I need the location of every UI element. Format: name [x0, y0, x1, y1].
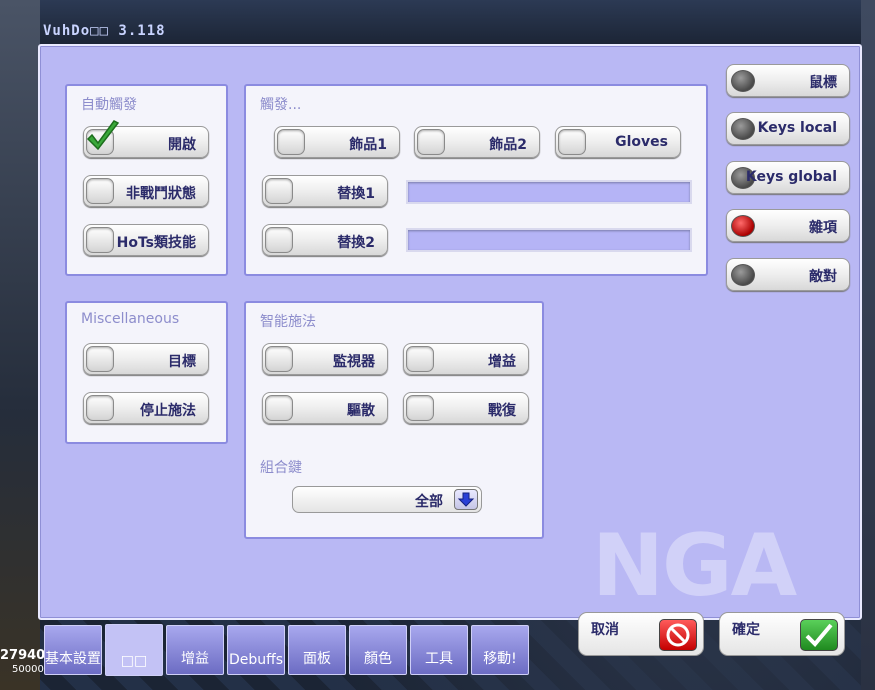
side-tab-hostile-label: 敵對 — [809, 269, 837, 285]
trinket1-toggle[interactable]: 飾品1 — [274, 126, 400, 158]
tab-label: 移動! — [483, 651, 517, 667]
side-tab-mouse-label: 鼠標 — [809, 75, 837, 91]
battle-rez-toggle[interactable]: 戰復 — [403, 392, 529, 424]
tab-move[interactable]: 移動! — [471, 625, 529, 675]
checkbox[interactable] — [86, 395, 114, 421]
side-tab-keys-local[interactable]: Keys local — [726, 112, 850, 145]
battle-rez-label: 戰復 — [488, 403, 516, 419]
stop-casting-label: 停止施法 — [140, 403, 196, 419]
auto-trigger-enable-toggle[interactable]: 開啟 — [83, 120, 209, 158]
cancel-icon — [659, 619, 697, 651]
checkbox[interactable] — [86, 227, 114, 253]
options-window: NGA 自動觸發 開啟 非戰鬥狀態 HoTs類技能 觸發... 飾品1 飾品2 — [38, 44, 862, 620]
radio-icon — [731, 264, 755, 286]
swap1-toggle[interactable]: 替換1 — [262, 175, 388, 207]
swap2-label: 替換2 — [337, 235, 375, 251]
buffs-toggle[interactable]: 增益 — [403, 343, 529, 375]
swap2-input[interactable] — [406, 228, 692, 252]
side-tab-hostile[interactable]: 敵對 — [726, 258, 850, 291]
swap1-input[interactable] — [406, 180, 692, 204]
tab-colors[interactable]: 顏色 — [349, 625, 407, 675]
trigger-panel: 觸發... 飾品1 飾品2 Gloves 替換1 替換2 — [244, 84, 708, 276]
tab-label: 面板 — [303, 651, 331, 667]
trinket1-label: 飾品1 — [349, 137, 387, 153]
cancel-button[interactable]: 取消 — [578, 612, 704, 656]
checkbox[interactable] — [406, 346, 434, 372]
stop-casting-toggle[interactable]: 停止施法 — [83, 392, 209, 424]
trinket2-toggle[interactable]: 飾品2 — [414, 126, 540, 158]
buffs-label: 增益 — [488, 354, 516, 370]
ok-label: 確定 — [732, 622, 760, 638]
smart-cast-title: 智能施法 — [260, 314, 316, 330]
tab-second[interactable]: □□ — [105, 624, 163, 676]
trinket2-label: 飾品2 — [489, 137, 527, 153]
gloves-toggle[interactable]: Gloves — [555, 126, 681, 158]
swap2-toggle[interactable]: 替換2 — [262, 224, 388, 256]
tab-debuffs[interactable]: Debuffs — [227, 625, 285, 675]
checkbox[interactable] — [417, 129, 445, 155]
swap1-label: 替換1 — [337, 186, 375, 202]
checkbox[interactable] — [265, 395, 293, 421]
checkbox[interactable] — [558, 129, 586, 155]
tab-label: Debuffs — [228, 652, 284, 668]
dispel-label: 驅散 — [347, 403, 375, 419]
ok-button[interactable]: 確定 — [719, 612, 845, 656]
tab-panels[interactable]: 面板 — [288, 625, 346, 675]
game-background-right — [861, 0, 875, 690]
combo-key-value: 全部 — [415, 494, 443, 510]
monitor-label: 監視器 — [333, 354, 375, 370]
target-label: 目標 — [168, 354, 196, 370]
combo-key-title: 組合鍵 — [260, 460, 302, 476]
checkbox[interactable] — [265, 346, 293, 372]
watermark: NGA — [592, 516, 797, 616]
side-tab-keys-local-label: Keys local — [757, 120, 837, 136]
radio-icon — [731, 70, 755, 92]
side-tab-keys-global-label: Keys global — [745, 169, 837, 185]
radio-icon — [731, 118, 755, 140]
monitor-toggle[interactable]: 監視器 — [262, 343, 388, 375]
window-title: VuhDo□□ 3.118 — [43, 23, 166, 39]
target-toggle[interactable]: 目標 — [83, 343, 209, 375]
trigger-title: 觸發... — [260, 97, 302, 113]
tab-label: 基本設置 — [45, 651, 101, 667]
side-tab-mouse[interactable]: 鼠標 — [726, 64, 850, 97]
checkmark-icon — [86, 120, 120, 151]
checkbox[interactable] — [86, 178, 114, 204]
background-stat-sub: 50000 — [12, 664, 44, 675]
auto-trigger-out-of-combat-toggle[interactable]: 非戰鬥狀態 — [83, 175, 209, 207]
misc-title: Miscellaneous — [81, 311, 180, 327]
chevron-down-icon[interactable] — [454, 489, 478, 510]
gloves-label: Gloves — [615, 134, 668, 150]
misc-panel: Miscellaneous 目標 停止施法 — [65, 301, 228, 444]
auto-trigger-out-of-combat-label: 非戰鬥狀態 — [126, 186, 196, 202]
auto-trigger-title: 自動觸發 — [81, 97, 137, 113]
auto-trigger-enable-label: 開啟 — [168, 137, 196, 153]
auto-trigger-panel: 自動觸發 開啟 非戰鬥狀態 HoTs類技能 — [65, 84, 228, 276]
dispel-toggle[interactable]: 驅散 — [262, 392, 388, 424]
auto-trigger-hots-label: HoTs類技能 — [116, 235, 196, 251]
tab-general[interactable]: 基本設置 — [44, 625, 102, 675]
tab-label: 工具 — [425, 651, 453, 667]
side-tab-misc-label: 雜項 — [809, 220, 837, 236]
tab-label: 增益 — [181, 651, 209, 667]
tab-label: □□ — [120, 653, 148, 669]
background-stat-main: 27940 — [0, 648, 46, 663]
checkbox[interactable] — [86, 346, 114, 372]
checkbox[interactable] — [265, 227, 293, 253]
checkbox[interactable] — [406, 395, 434, 421]
tab-buffs[interactable]: 增益 — [166, 625, 224, 675]
checkbox[interactable] — [277, 129, 305, 155]
tab-label: 顏色 — [364, 651, 392, 667]
combo-key-dropdown[interactable]: 全部 — [292, 486, 482, 513]
cancel-label: 取消 — [591, 622, 619, 638]
tab-tools[interactable]: 工具 — [410, 625, 468, 675]
side-tab-misc[interactable]: 雜項 — [726, 209, 850, 242]
ok-icon — [800, 619, 838, 651]
side-tab-keys-global[interactable]: Keys global — [726, 161, 850, 194]
checkbox[interactable] — [265, 178, 293, 204]
auto-trigger-hots-toggle[interactable]: HoTs類技能 — [83, 224, 209, 256]
game-background-left — [0, 0, 40, 690]
radio-selected-icon — [731, 215, 755, 237]
